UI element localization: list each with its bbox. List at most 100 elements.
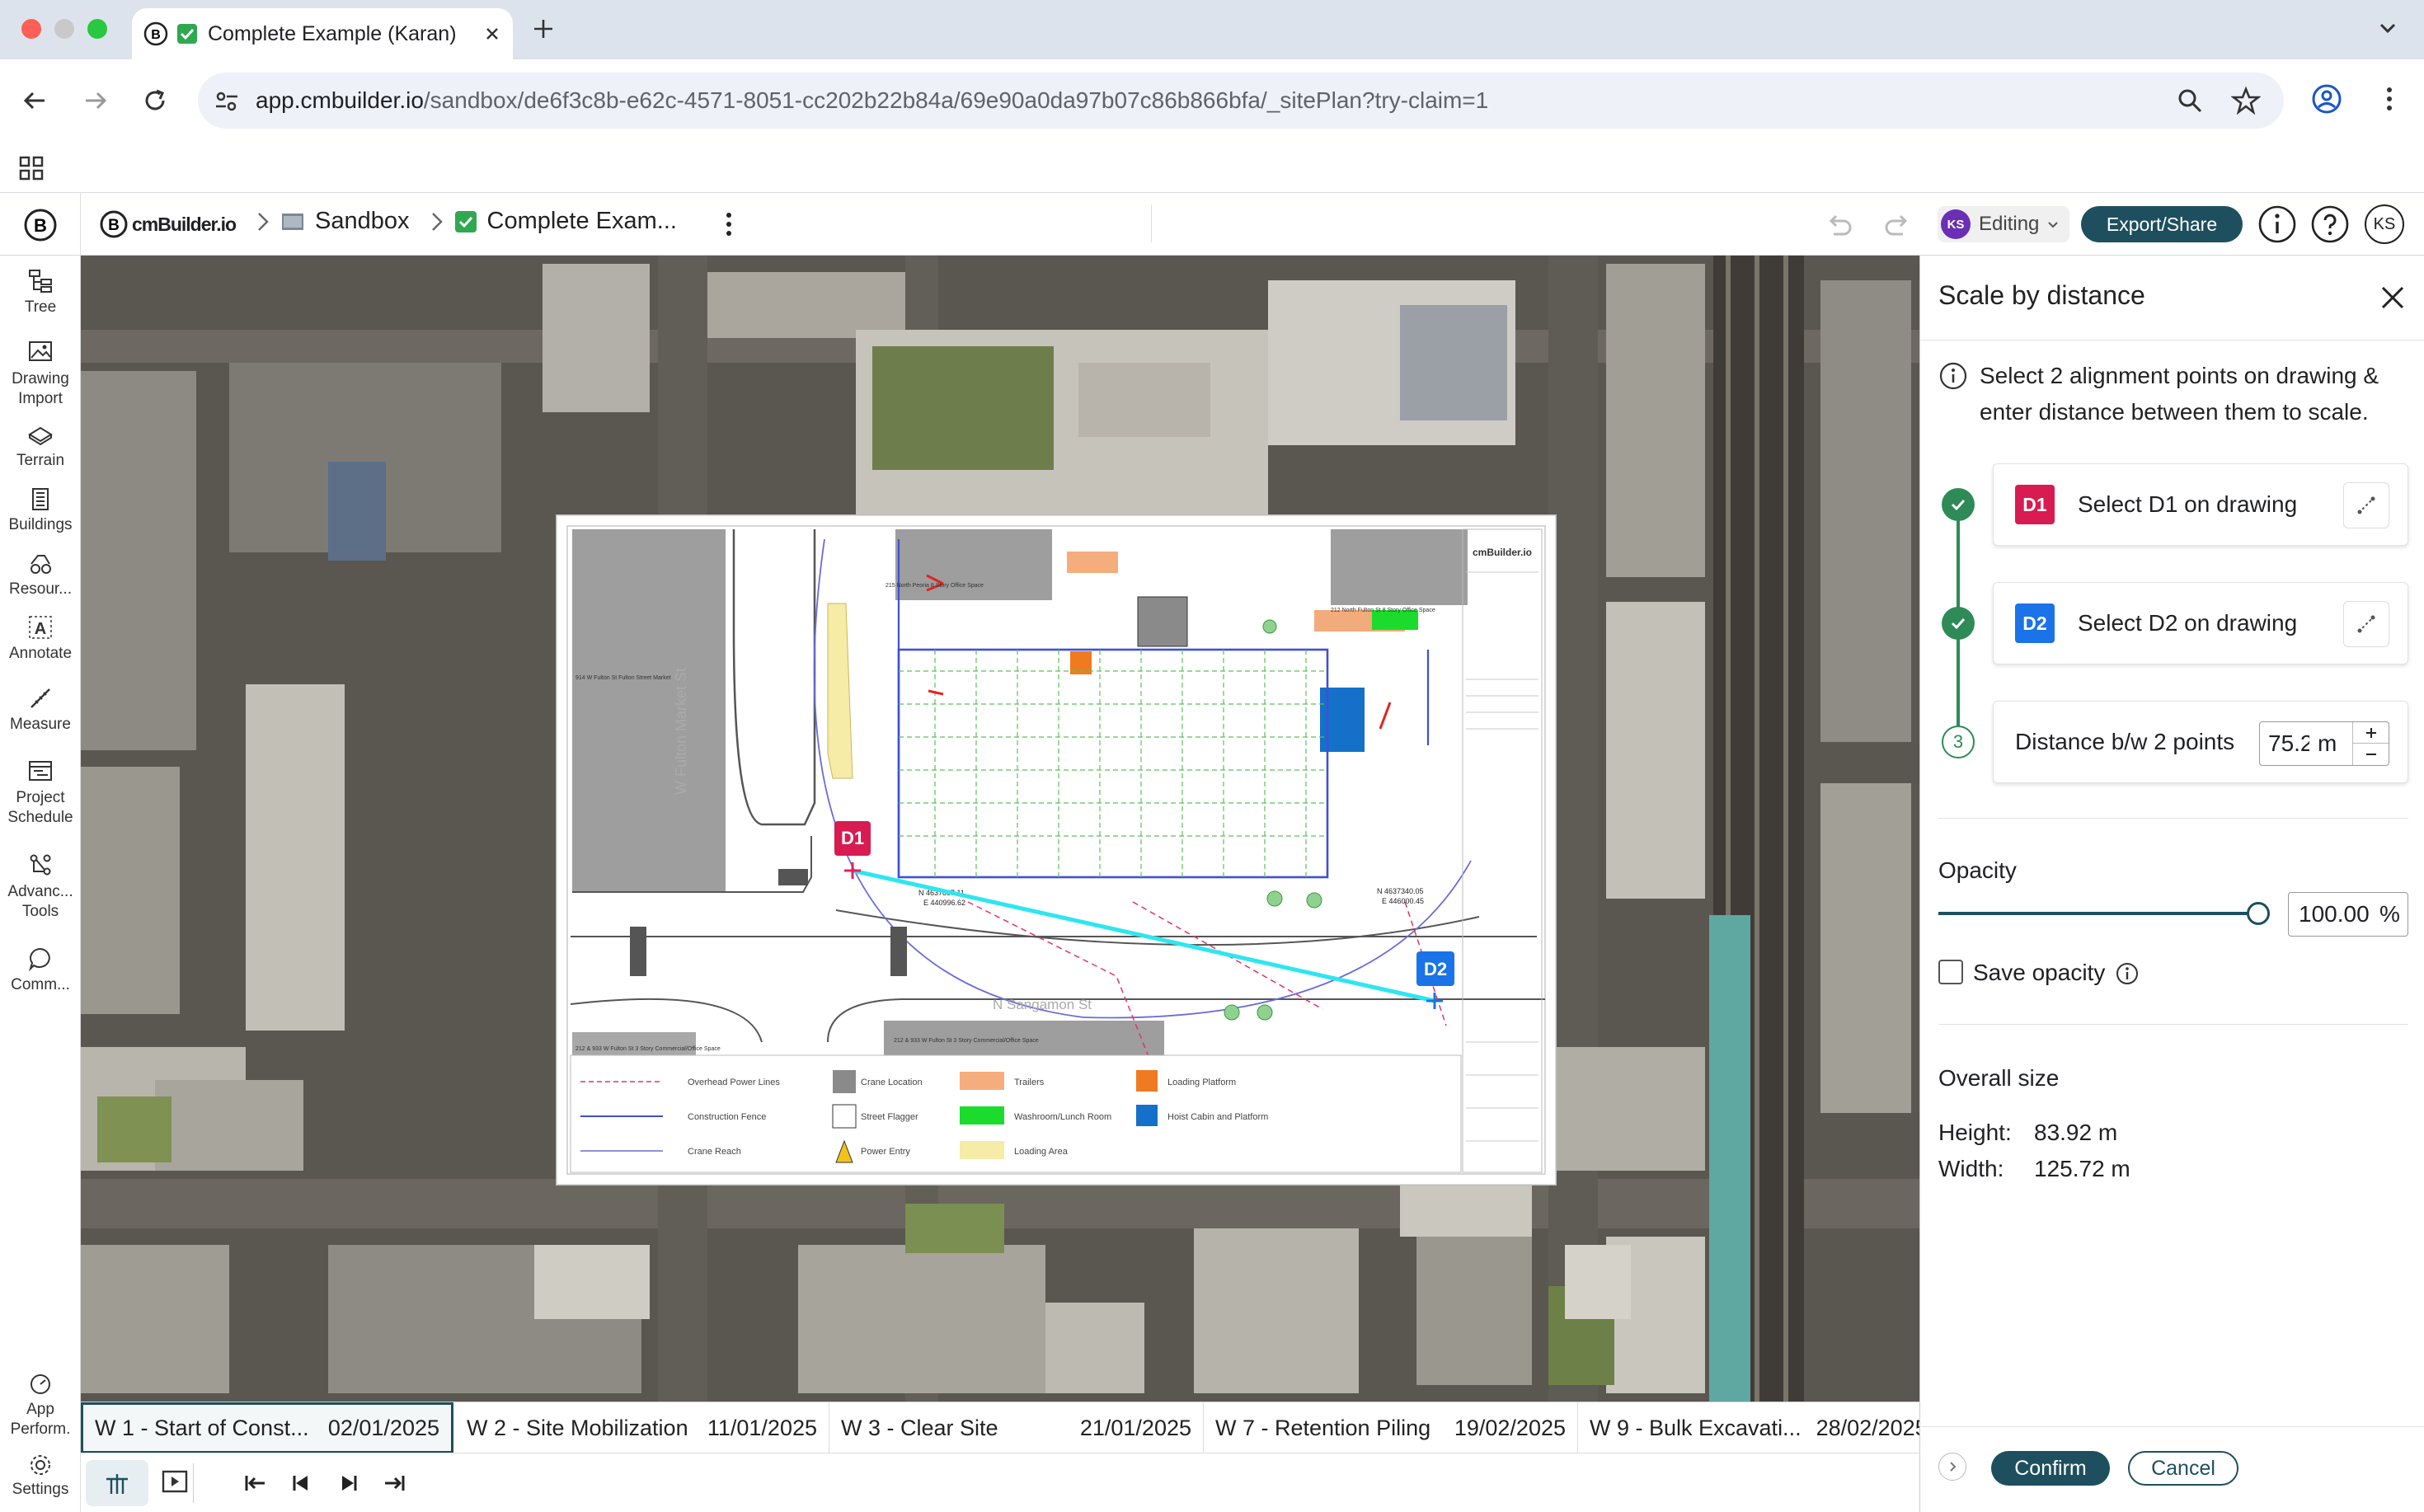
decrement-icon[interactable] bbox=[2353, 744, 2389, 765]
app-home-icon[interactable]: B bbox=[23, 208, 58, 242]
tool-buildings[interactable]: Buildings bbox=[0, 485, 81, 534]
tool-resources[interactable]: Resour... bbox=[0, 549, 81, 599]
step-select-d2[interactable]: D2 Select D2 on drawing bbox=[1993, 582, 2408, 664]
tool-terrain[interactable]: Terrain bbox=[0, 420, 81, 470]
profile-icon[interactable] bbox=[2310, 82, 2343, 115]
step-3-number: 3 bbox=[1942, 725, 1975, 758]
imported-site-plan-drawing[interactable]: W Fulton Market St N Sangamon St 215 Nor… bbox=[556, 514, 1557, 1186]
address-bar[interactable]: app.cmbuilder.io/sandbox/de6f3c8b-e62c-4… bbox=[198, 73, 2284, 129]
opacity-input[interactable]: 100.00 % bbox=[2288, 892, 2408, 937]
tool-app-performance[interactable]: App Perform. bbox=[0, 1372, 81, 1439]
opacity-slider-thumb[interactable] bbox=[2247, 902, 2270, 925]
cancel-button[interactable]: Cancel bbox=[2128, 1451, 2238, 1486]
svg-text:D1: D1 bbox=[841, 828, 864, 848]
legend-text: Loading Platform bbox=[1167, 1078, 1236, 1087]
forward-icon[interactable] bbox=[79, 84, 112, 117]
timeline-segment[interactable]: W 7 - Retention Piling 19/02/2025 bbox=[1204, 1402, 1578, 1453]
left-toolbar: Tree Drawing Import Terrain Buildings Re… bbox=[0, 256, 81, 1512]
step-select-d1[interactable]: D1 Select D1 on drawing bbox=[1993, 463, 2408, 546]
redo-icon[interactable] bbox=[1881, 208, 1914, 241]
timeline-segment-active[interactable]: W 1 - Start of Const... 02/01/2025 bbox=[81, 1402, 453, 1453]
presentation-icon[interactable] bbox=[158, 1465, 191, 1498]
opacity-slider[interactable] bbox=[1938, 902, 2270, 925]
site-view-icon[interactable] bbox=[86, 1460, 148, 1506]
pick-point-icon[interactable] bbox=[2343, 601, 2389, 647]
tool-label: Comm... bbox=[11, 976, 70, 993]
terrain-icon bbox=[28, 426, 53, 446]
building-icon bbox=[32, 488, 49, 510]
browser-tab[interactable]: B Complete Example (Karan) bbox=[132, 8, 513, 59]
d1-badge: D1 bbox=[2015, 485, 2055, 524]
skip-to-start-icon[interactable] bbox=[236, 1463, 275, 1503]
help-icon[interactable] bbox=[2310, 204, 2350, 244]
legend-text: Power Entry bbox=[861, 1147, 910, 1157]
info-icon bbox=[1938, 361, 1968, 391]
browser-menu-icon[interactable] bbox=[2373, 82, 2406, 115]
tool-comments[interactable]: Comm... bbox=[0, 945, 81, 994]
pick-point-icon[interactable] bbox=[2343, 482, 2389, 528]
building-label: 212 North Fulton St 8 Story Office Space bbox=[1331, 608, 1435, 613]
info-icon[interactable] bbox=[2257, 204, 2297, 244]
segment-date: 19/02/2025 bbox=[1454, 1415, 1566, 1440]
site-settings-icon[interactable] bbox=[213, 87, 241, 115]
timeline-segment[interactable]: W 9 - Bulk Excavati... 28/02/2025 bbox=[1578, 1402, 1919, 1453]
tool-label: App Perform. bbox=[10, 1401, 71, 1438]
tool-label: Resour... bbox=[8, 580, 73, 598]
info-icon[interactable] bbox=[2115, 961, 2140, 986]
checkmark-emoji-icon bbox=[176, 23, 198, 45]
breadcrumb-chevron-icon bbox=[258, 212, 269, 231]
save-opacity-checkbox[interactable] bbox=[1938, 960, 1963, 984]
reload-icon[interactable] bbox=[139, 84, 171, 117]
maximize-window-button[interactable] bbox=[87, 19, 107, 39]
measure-icon bbox=[31, 688, 50, 708]
timeline-segment[interactable]: W 3 - Clear Site 21/01/2025 bbox=[829, 1402, 1204, 1453]
close-tab-icon[interactable] bbox=[483, 25, 501, 43]
chevron-down-icon bbox=[2046, 217, 2060, 232]
increment-icon[interactable] bbox=[2353, 722, 2389, 744]
image-icon bbox=[29, 341, 52, 361]
close-panel-icon[interactable] bbox=[2379, 284, 2407, 312]
undo-icon[interactable] bbox=[1822, 208, 1855, 241]
minimize-window-button[interactable] bbox=[54, 19, 74, 39]
tool-measure[interactable]: Measure bbox=[0, 684, 81, 734]
step2-label: Select D2 on drawing bbox=[2078, 610, 2298, 636]
building-label: 914 W Fulton St Fulton Street Market bbox=[575, 675, 671, 681]
project-menu-icon[interactable] bbox=[712, 208, 745, 241]
tool-advanced-tools[interactable]: Advanc... Tools bbox=[0, 851, 81, 922]
tool-tree[interactable]: Tree bbox=[0, 267, 81, 317]
d1-marker[interactable]: D1 bbox=[834, 821, 871, 856]
schedule-timeline: W 1 - Start of Const... 02/01/2025 W 2 -… bbox=[81, 1402, 1919, 1453]
step-forward-icon[interactable] bbox=[328, 1463, 368, 1503]
new-tab-icon[interactable] bbox=[529, 15, 557, 43]
tool-drawing-import[interactable]: Drawing Import bbox=[0, 338, 81, 409]
timeline-segment[interactable]: W 2 - Site Mobilization 11/01/2025 bbox=[455, 1402, 829, 1453]
export-share-button[interactable]: Export/Share bbox=[2081, 206, 2243, 242]
tab-list-chevron-icon[interactable] bbox=[2375, 15, 2401, 41]
back-icon[interactable] bbox=[18, 84, 51, 117]
tool-settings[interactable]: Settings bbox=[0, 1453, 81, 1499]
bookmark-star-icon[interactable] bbox=[2231, 86, 2261, 115]
cmbuilder-logo[interactable]: B cmBuilder.io bbox=[99, 209, 237, 239]
tool-annotate[interactable]: A Annotate bbox=[0, 613, 81, 663]
tool-project-schedule[interactable]: Project Schedule bbox=[0, 757, 81, 828]
apps-grid-icon[interactable] bbox=[18, 155, 45, 181]
distance-input[interactable]: 75.2 m bbox=[2259, 721, 2389, 766]
panel-instructions: Select 2 alignment points on drawing & e… bbox=[1980, 363, 2379, 425]
breadcrumb-sandbox[interactable]: Sandbox bbox=[315, 208, 410, 235]
tool-label: Tree bbox=[24, 298, 57, 316]
step-back-icon[interactable] bbox=[282, 1463, 322, 1503]
breadcrumb-project[interactable]: Complete Exam... bbox=[487, 208, 677, 235]
expand-chevron-icon[interactable] bbox=[1938, 1453, 1966, 1481]
svg-text:B: B bbox=[34, 215, 47, 236]
breadcrumb-chevron-icon bbox=[431, 212, 443, 231]
d2-marker[interactable]: D2 bbox=[1416, 951, 1454, 986]
confirm-button[interactable]: Confirm bbox=[1991, 1451, 2110, 1486]
close-window-button[interactable] bbox=[21, 19, 41, 39]
panel-title: Scale by distance bbox=[1938, 280, 2145, 310]
advanced-tools-icon bbox=[30, 854, 51, 876]
zoom-icon[interactable] bbox=[2175, 86, 2205, 115]
user-avatar[interactable]: KS bbox=[2365, 204, 2404, 244]
mode-dropdown[interactable]: KS Editing bbox=[1938, 206, 2069, 242]
skip-to-end-icon[interactable] bbox=[374, 1463, 414, 1503]
street-label-sangamon: N Sangamon St bbox=[993, 997, 1092, 1012]
